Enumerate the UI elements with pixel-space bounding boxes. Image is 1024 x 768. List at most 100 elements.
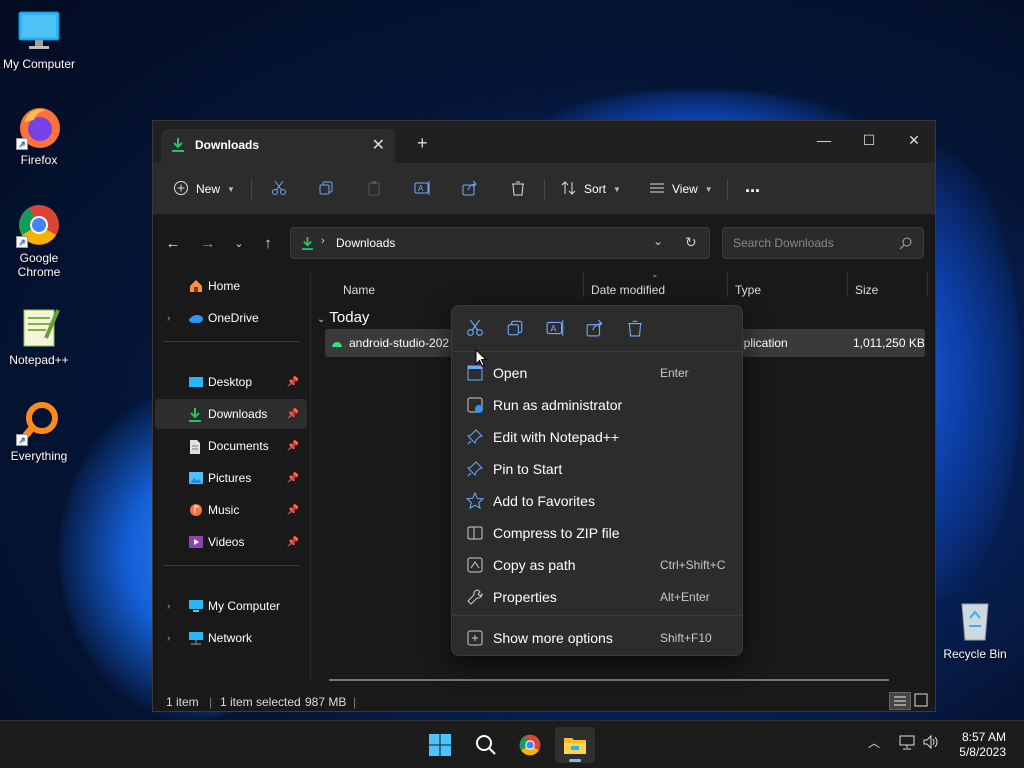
sidebar-item-my-computer[interactable]: › My Computer xyxy=(155,591,307,621)
minimize-button[interactable]: — xyxy=(804,127,844,153)
menu-item-show-more-options[interactable]: Show more options Shift+F10 xyxy=(456,622,740,652)
taskbar-chrome[interactable] xyxy=(510,727,550,763)
cut-icon[interactable] xyxy=(466,319,486,339)
download-icon xyxy=(301,236,314,254)
column-header-size[interactable]: Size xyxy=(855,277,878,303)
sort-button[interactable]: Sort ▼ xyxy=(561,176,621,202)
cut-button[interactable] xyxy=(271,176,287,202)
desktop-icon-firefox[interactable]: ↗ Firefox xyxy=(0,104,78,167)
taskbar-file-explorer[interactable] xyxy=(555,727,595,763)
breadcrumb-downloads[interactable]: Downloads xyxy=(336,236,395,250)
folder-icon xyxy=(563,734,587,759)
close-tab-icon[interactable]: ✕ xyxy=(372,135,385,155)
pin-icon[interactable]: 📌 xyxy=(287,409,299,420)
column-divider[interactable] xyxy=(847,271,848,297)
desktop-icon-label: Firefox xyxy=(20,153,58,167)
sidebar-item-home[interactable]: Home xyxy=(155,271,307,301)
copy-icon[interactable] xyxy=(506,319,526,339)
file-type: pplication xyxy=(737,336,788,350)
menu-item-properties[interactable]: Properties Alt+Enter xyxy=(456,581,740,611)
forward-button[interactable]: → xyxy=(197,233,219,255)
address-bar-row: ← → ⌄ ↑ › Downloads ⌄ ↻ Search Downloads xyxy=(153,215,935,271)
desktop-icon-recycle-bin[interactable]: Recycle Bin xyxy=(936,598,1014,661)
desktop-icon-notepadpp[interactable]: Notepad++ xyxy=(0,304,78,367)
sidebar-item-desktop[interactable]: Desktop 📌 xyxy=(155,367,307,397)
details-view-button[interactable] xyxy=(889,692,911,710)
group-header-today[interactable]: ⌄ Today xyxy=(317,309,369,326)
new-tab-button[interactable]: + xyxy=(417,133,428,154)
pin-icon[interactable]: 📌 xyxy=(287,377,299,388)
context-menu: A Open Enter Run as administrator Edit w… xyxy=(451,305,743,656)
pin-icon[interactable]: 📌 xyxy=(287,537,299,548)
rename-button[interactable]: A xyxy=(414,176,432,202)
chevron-down-icon[interactable]: ⌄ xyxy=(653,234,663,248)
refresh-icon[interactable]: ↻ xyxy=(685,234,697,251)
sidebar-item-downloads[interactable]: Downloads 📌 xyxy=(155,399,307,429)
sidebar-item-documents[interactable]: Documents 📌 xyxy=(155,431,307,461)
menu-item-open[interactable]: Open Enter xyxy=(456,357,740,387)
chevron-up-icon[interactable]: ︿ xyxy=(868,734,880,751)
column-header-name[interactable]: Name xyxy=(343,277,375,303)
tiles-view-button[interactable] xyxy=(913,692,931,710)
desktop-folder-icon xyxy=(188,375,204,389)
copy-button[interactable] xyxy=(318,176,334,202)
menu-item-label: Show more options xyxy=(493,630,613,646)
expand-chevron-icon[interactable]: › xyxy=(167,633,170,644)
pin-icon[interactable]: 📌 xyxy=(287,505,299,516)
horizontal-scrollbar[interactable] xyxy=(329,679,889,681)
share-button[interactable] xyxy=(462,176,478,202)
sidebar-item-music[interactable]: Music 📌 xyxy=(155,495,307,525)
sort-icon xyxy=(561,180,577,199)
column-divider[interactable] xyxy=(583,271,584,297)
chrome-icon: ↗ xyxy=(16,202,62,248)
android-icon xyxy=(331,337,343,351)
view-button[interactable]: View ▼ xyxy=(649,176,713,202)
column-header-date-modified[interactable]: Date modified xyxy=(591,277,665,303)
more-options-button[interactable]: ... xyxy=(745,173,760,199)
column-header-type[interactable]: Type xyxy=(735,277,761,303)
address-bar[interactable]: › Downloads ⌄ ↻ xyxy=(290,227,710,259)
menu-item-run-as-admin[interactable]: Run as administrator xyxy=(456,389,740,419)
clock-date: 5/8/2023 xyxy=(959,745,1006,759)
menu-item-add-to-favorites[interactable]: Add to Favorites xyxy=(456,485,740,515)
sidebar-item-onedrive[interactable]: › OneDrive xyxy=(155,303,307,333)
close-window-button[interactable]: ✕ xyxy=(894,127,934,153)
menu-item-label: Compress to ZIP file xyxy=(493,525,620,541)
recent-locations-button[interactable]: ⌄ xyxy=(228,233,250,255)
menu-item-copy-as-path[interactable]: Copy as path Ctrl+Shift+C xyxy=(456,549,740,579)
system-clock[interactable]: 8:57 AM 5/8/2023 xyxy=(959,730,1006,760)
up-button[interactable]: ↑ xyxy=(257,233,279,255)
sidebar-item-pictures[interactable]: Pictures 📌 xyxy=(155,463,307,493)
search-button[interactable] xyxy=(466,727,506,763)
tab-downloads[interactable]: Downloads ✕ xyxy=(161,129,395,163)
pin-icon[interactable]: 📌 xyxy=(287,441,299,452)
share-icon[interactable] xyxy=(586,319,606,339)
desktop-icon-my-computer[interactable]: My Computer xyxy=(0,8,78,71)
expand-chevron-icon[interactable]: › xyxy=(167,313,170,324)
paste-button[interactable] xyxy=(366,176,382,202)
maximize-button[interactable]: ☐ xyxy=(849,127,889,153)
back-button[interactable]: ← xyxy=(162,233,184,255)
delete-button[interactable] xyxy=(510,176,526,202)
menu-item-shortcut: Enter xyxy=(660,366,689,380)
sidebar-item-network[interactable]: › Network xyxy=(155,623,307,653)
menu-item-edit-notepadpp[interactable]: Edit with Notepad++ xyxy=(456,421,740,451)
desktop-icon-chrome[interactable]: ↗ Google Chrome xyxy=(0,202,78,279)
title-bar: Downloads ✕ + — ☐ ✕ xyxy=(153,121,935,163)
volume-icon[interactable] xyxy=(922,734,940,753)
column-divider[interactable] xyxy=(927,271,928,297)
network-icon[interactable] xyxy=(898,734,916,753)
sidebar-item-videos[interactable]: Videos 📌 xyxy=(155,527,307,557)
desktop-icon-label: My Computer xyxy=(2,57,76,71)
column-divider[interactable] xyxy=(727,271,728,297)
expand-chevron-icon[interactable]: › xyxy=(167,601,170,612)
desktop-icon-everything[interactable]: ↗ Everything xyxy=(0,400,78,463)
new-button[interactable]: New ▼ xyxy=(173,176,235,202)
menu-item-pin-to-start[interactable]: Pin to Start xyxy=(456,453,740,483)
delete-icon[interactable] xyxy=(626,319,646,339)
pin-icon[interactable]: 📌 xyxy=(287,473,299,484)
start-button[interactable] xyxy=(420,727,460,763)
menu-item-compress-zip[interactable]: Compress to ZIP file xyxy=(456,517,740,547)
rename-icon[interactable]: A xyxy=(546,319,566,339)
search-box[interactable]: Search Downloads xyxy=(722,227,924,259)
